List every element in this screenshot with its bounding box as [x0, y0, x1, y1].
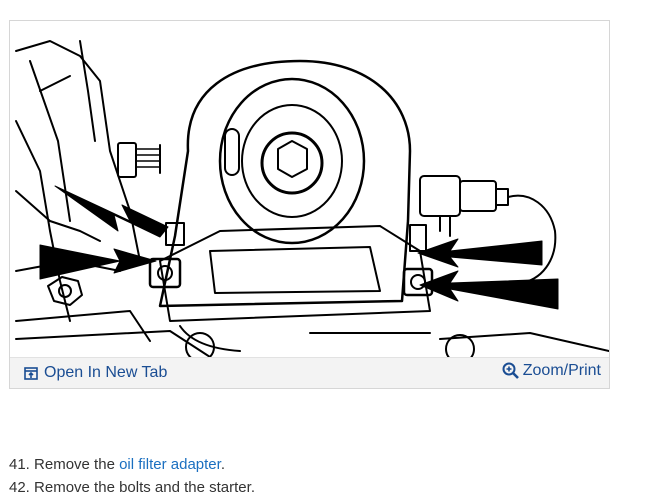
- step-number: 41.: [9, 456, 30, 473]
- open-in-new-tab-label: Open In New Tab: [44, 364, 168, 381]
- zoom-print-link[interactable]: Zoom/Print: [502, 362, 601, 380]
- open-new-tab-icon: [24, 366, 38, 380]
- oil-filter-adapter-link[interactable]: oil filter adapter: [119, 456, 221, 473]
- figure-link-bar: Open In New Tab Zoom/Print: [10, 357, 609, 388]
- step-text-suffix: .: [220, 456, 225, 473]
- step-text: Remove the bolts and the starter.: [34, 479, 255, 496]
- step-text: Remove the: [34, 456, 120, 473]
- oil-filter-adapter-diagram: [10, 21, 609, 357]
- step-41: 41. Remove the oil filter adapter.: [9, 455, 255, 478]
- magnifier-plus-icon: [502, 362, 520, 380]
- step-number: 42.: [9, 479, 30, 496]
- figure-card: Open In New Tab Zoom/Print: [9, 20, 610, 389]
- step-42: 42. Remove the bolts and the starter.: [9, 478, 255, 501]
- procedure-steps: 41. Remove the oil filter adapter. 42. R…: [9, 455, 255, 501]
- open-in-new-tab-link[interactable]: Open In New Tab: [24, 364, 167, 382]
- zoom-print-label: Zoom/Print: [522, 362, 601, 379]
